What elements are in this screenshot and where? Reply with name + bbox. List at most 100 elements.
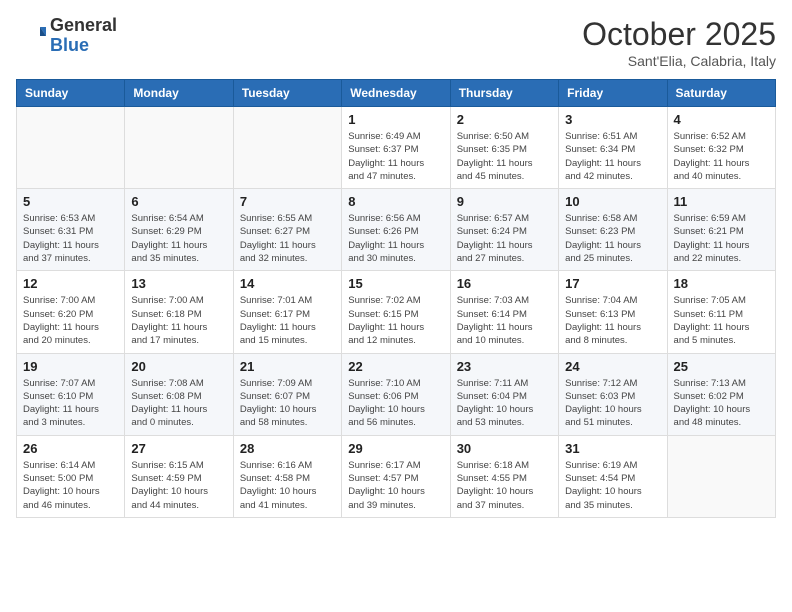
logo-blue: Blue [50,35,89,55]
calendar-week-row: 12 Sunrise: 7:00 AM Sunset: 6:20 PM Dayli… [17,271,776,353]
calendar-day-cell: 10 Sunrise: 6:58 AM Sunset: 6:23 PM Dayli… [559,189,667,271]
day-number: 28 [240,441,335,456]
day-number: 10 [565,194,660,209]
day-number: 11 [674,194,769,209]
day-number: 5 [23,194,118,209]
calendar-day-cell: 2Sunrise: 6:50 AM Sunset: 6:35 PM Daylig… [450,107,558,189]
calendar-day-cell: 3Sunrise: 6:51 AM Sunset: 6:34 PM Daylig… [559,107,667,189]
calendar-day-cell: 17 Sunrise: 7:04 AM Sunset: 6:13 PM Dayli… [559,271,667,353]
day-number: 30 [457,441,552,456]
calendar-day-cell: 23Sunrise: 7:11 AM Sunset: 6:04 PM Dayli… [450,353,558,435]
day-info: Sunrise: 6:14 AM Sunset: 5:00 PM Dayligh… [23,459,118,512]
calendar-day-cell: 11 Sunrise: 6:59 AM Sunset: 6:21 PM Dayli… [667,189,775,271]
day-info: Sunrise: 6:56 AM Sunset: 6:26 PM Dayligh… [348,212,443,265]
calendar-day-cell: 8 Sunrise: 6:56 AM Sunset: 6:26 PM Daylig… [342,189,450,271]
calendar-day-cell: 24 Sunrise: 7:12 AM Sunset: 6:03 PM Dayli… [559,353,667,435]
calendar-day-cell: 27Sunrise: 6:15 AM Sunset: 4:59 PM Dayli… [125,435,233,517]
logo: General Blue [16,16,117,56]
day-of-week-header: Friday [559,80,667,107]
day-of-week-header: Saturday [667,80,775,107]
calendar-day-cell: 22Sunrise: 7:10 AM Sunset: 6:06 PM Dayli… [342,353,450,435]
day-number: 16 [457,276,552,291]
calendar-day-cell: 31 Sunrise: 6:19 AM Sunset: 4:54 PM Dayli… [559,435,667,517]
day-number: 12 [23,276,118,291]
day-number: 8 [348,194,443,209]
logo-icon [16,21,46,51]
calendar-day-cell: 30 Sunrise: 6:18 AM Sunset: 4:55 PM Dayli… [450,435,558,517]
calendar-day-cell: 4 Sunrise: 6:52 AM Sunset: 6:32 PM Daylig… [667,107,775,189]
logo-text: General Blue [50,16,117,56]
day-number: 23 [457,359,552,374]
calendar-day-cell: 6Sunrise: 6:54 AM Sunset: 6:29 PM Daylig… [125,189,233,271]
day-info: Sunrise: 6:55 AM Sunset: 6:27 PM Dayligh… [240,212,335,265]
calendar-day-cell: 19 Sunrise: 7:07 AM Sunset: 6:10 PM Dayli… [17,353,125,435]
day-number: 29 [348,441,443,456]
day-number: 1 [348,112,443,127]
day-number: 31 [565,441,660,456]
calendar-day-cell: 21Sunrise: 7:09 AM Sunset: 6:07 PM Dayli… [233,353,341,435]
day-info: Sunrise: 7:00 AM Sunset: 6:18 PM Dayligh… [131,294,226,347]
day-of-week-header: Sunday [17,80,125,107]
day-number: 3 [565,112,660,127]
day-number: 17 [565,276,660,291]
day-info: Sunrise: 7:12 AM Sunset: 6:03 PM Dayligh… [565,377,660,430]
day-info: Sunrise: 7:05 AM Sunset: 6:11 PM Dayligh… [674,294,769,347]
day-info: Sunrise: 6:15 AM Sunset: 4:59 PM Dayligh… [131,459,226,512]
day-number: 24 [565,359,660,374]
calendar-day-cell: 25 Sunrise: 7:13 AM Sunset: 6:02 PM Dayli… [667,353,775,435]
day-number: 6 [131,194,226,209]
calendar-day-cell: 1 Sunrise: 6:49 AM Sunset: 6:37 PM Daylig… [342,107,450,189]
page-header: General Blue October 2025 Sant'Elia, Cal… [16,16,776,69]
day-info: Sunrise: 7:00 AM Sunset: 6:20 PM Dayligh… [23,294,118,347]
calendar-day-cell: 14 Sunrise: 7:01 AM Sunset: 6:17 PM Dayli… [233,271,341,353]
calendar-day-cell: 26 Sunrise: 6:14 AM Sunset: 5:00 PM Dayli… [17,435,125,517]
calendar-day-cell: 9 Sunrise: 6:57 AM Sunset: 6:24 PM Daylig… [450,189,558,271]
day-info: Sunrise: 7:07 AM Sunset: 6:10 PM Dayligh… [23,377,118,430]
day-info: Sunrise: 7:13 AM Sunset: 6:02 PM Dayligh… [674,377,769,430]
month-title: October 2025 [582,16,776,53]
calendar-day-cell: 20 Sunrise: 7:08 AM Sunset: 6:08 PM Dayli… [125,353,233,435]
day-of-week-header: Wednesday [342,80,450,107]
day-info: Sunrise: 6:17 AM Sunset: 4:57 PM Dayligh… [348,459,443,512]
day-number: 19 [23,359,118,374]
calendar-day-cell: 29 Sunrise: 6:17 AM Sunset: 4:57 PM Dayli… [342,435,450,517]
calendar-day-cell: 18Sunrise: 7:05 AM Sunset: 6:11 PM Dayli… [667,271,775,353]
day-info: Sunrise: 7:08 AM Sunset: 6:08 PM Dayligh… [131,377,226,430]
day-info: Sunrise: 6:52 AM Sunset: 6:32 PM Dayligh… [674,130,769,183]
day-of-week-header: Tuesday [233,80,341,107]
day-info: Sunrise: 7:10 AM Sunset: 6:06 PM Dayligh… [348,377,443,430]
calendar-week-row: 26 Sunrise: 6:14 AM Sunset: 5:00 PM Dayli… [17,435,776,517]
day-info: Sunrise: 7:04 AM Sunset: 6:13 PM Dayligh… [565,294,660,347]
day-info: Sunrise: 6:18 AM Sunset: 4:55 PM Dayligh… [457,459,552,512]
day-number: 14 [240,276,335,291]
calendar-day-cell [233,107,341,189]
day-number: 25 [674,359,769,374]
day-info: Sunrise: 7:03 AM Sunset: 6:14 PM Dayligh… [457,294,552,347]
day-number: 15 [348,276,443,291]
day-number: 9 [457,194,552,209]
day-info: Sunrise: 6:19 AM Sunset: 4:54 PM Dayligh… [565,459,660,512]
day-info: Sunrise: 6:49 AM Sunset: 6:37 PM Dayligh… [348,130,443,183]
calendar-day-cell: 15 Sunrise: 7:02 AM Sunset: 6:15 PM Dayli… [342,271,450,353]
calendar-table: SundayMondayTuesdayWednesdayThursdayFrid… [16,79,776,518]
calendar-day-cell: 13Sunrise: 7:00 AM Sunset: 6:18 PM Dayli… [125,271,233,353]
day-number: 7 [240,194,335,209]
calendar-day-cell [667,435,775,517]
day-info: Sunrise: 6:59 AM Sunset: 6:21 PM Dayligh… [674,212,769,265]
day-number: 26 [23,441,118,456]
calendar-week-row: 5 Sunrise: 6:53 AM Sunset: 6:31 PM Daylig… [17,189,776,271]
title-block: October 2025 Sant'Elia, Calabria, Italy [582,16,776,69]
day-info: Sunrise: 7:02 AM Sunset: 6:15 PM Dayligh… [348,294,443,347]
calendar-header-row: SundayMondayTuesdayWednesdayThursdayFrid… [17,80,776,107]
day-number: 4 [674,112,769,127]
day-info: Sunrise: 6:53 AM Sunset: 6:31 PM Dayligh… [23,212,118,265]
day-number: 20 [131,359,226,374]
calendar-day-cell: 16 Sunrise: 7:03 AM Sunset: 6:14 PM Dayli… [450,271,558,353]
calendar-day-cell: 5 Sunrise: 6:53 AM Sunset: 6:31 PM Daylig… [17,189,125,271]
day-info: Sunrise: 6:58 AM Sunset: 6:23 PM Dayligh… [565,212,660,265]
calendar-day-cell: 7 Sunrise: 6:55 AM Sunset: 6:27 PM Daylig… [233,189,341,271]
day-info: Sunrise: 7:09 AM Sunset: 6:07 PM Dayligh… [240,377,335,430]
day-info: Sunrise: 6:57 AM Sunset: 6:24 PM Dayligh… [457,212,552,265]
day-info: Sunrise: 7:01 AM Sunset: 6:17 PM Dayligh… [240,294,335,347]
location-subtitle: Sant'Elia, Calabria, Italy [582,53,776,69]
